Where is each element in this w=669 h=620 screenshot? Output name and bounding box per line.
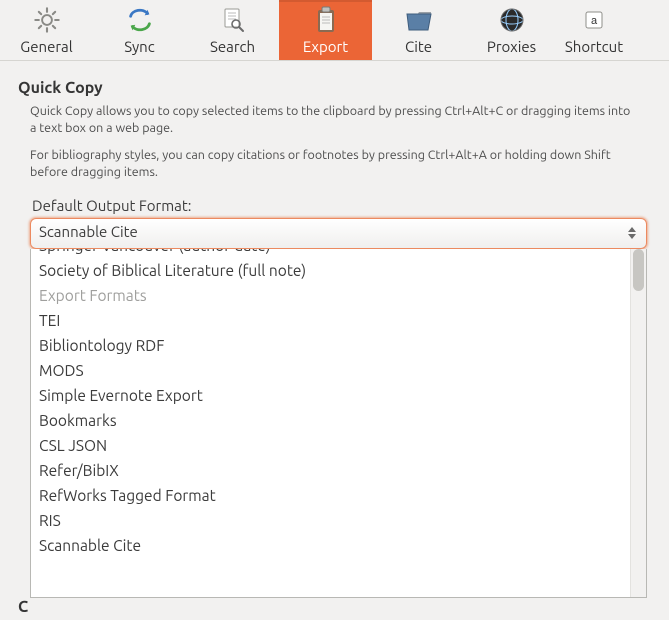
list-item[interactable]: MODS xyxy=(31,358,630,383)
stepper-arrows-icon xyxy=(626,222,638,244)
document-magnifier-icon xyxy=(219,4,247,36)
list-item[interactable]: Bookmarks xyxy=(31,408,630,433)
tab-label: Search xyxy=(210,38,255,56)
tab-label: Export xyxy=(303,38,348,56)
dropdown-output-format-list: Springer Vancouver (author-date)Society … xyxy=(30,249,647,598)
label-default-output-format: Default Output Format: xyxy=(32,197,659,214)
tab-export[interactable]: Export xyxy=(279,0,372,60)
clipboard-icon xyxy=(312,4,340,36)
scrollbar-vertical[interactable] xyxy=(630,249,646,597)
tab-sync[interactable]: Sync xyxy=(93,0,186,60)
globe-icon xyxy=(498,4,526,36)
section-title-truncated: C xyxy=(18,598,28,616)
preferences-toolbar: General Sync Search Export Cite Proxies … xyxy=(0,0,669,61)
list-item[interactable]: RefWorks Tagged Format xyxy=(31,483,630,508)
export-pane: Quick Copy Quick Copy allows you to copy… xyxy=(0,61,669,598)
tab-label: Sync xyxy=(124,38,154,56)
list-item[interactable]: RIS xyxy=(31,508,630,533)
list-item[interactable]: CSL JSON xyxy=(31,433,630,458)
list-item[interactable]: Bibliontology RDF xyxy=(31,333,630,358)
keyboard-key-icon: a xyxy=(583,4,605,36)
tab-shortcuts[interactable]: a Shortcut xyxy=(558,0,630,60)
tab-search[interactable]: Search xyxy=(186,0,279,60)
tab-general[interactable]: General xyxy=(0,0,93,60)
combobox-value: Scannable Cite xyxy=(39,223,138,240)
combobox-default-output-format[interactable]: Scannable Cite xyxy=(30,218,647,249)
folder-icon xyxy=(404,4,434,36)
tab-label: Shortcut xyxy=(558,38,630,56)
tab-label: General xyxy=(20,38,72,56)
gear-icon xyxy=(33,4,61,36)
list-group-header: Export Formats xyxy=(31,283,630,308)
list-item[interactable]: Society of Biblical Literature (full not… xyxy=(31,258,630,283)
help-text-quick-copy-1: Quick Copy allows you to copy selected i… xyxy=(30,103,631,137)
listbox[interactable]: Springer Vancouver (author-date)Society … xyxy=(30,249,647,598)
help-text-quick-copy-2: For bibliography styles, you can copy ci… xyxy=(30,147,631,181)
list-item[interactable]: TEI xyxy=(31,308,630,333)
section-title-quick-copy: Quick Copy xyxy=(18,79,659,97)
list-item[interactable]: Scannable Cite xyxy=(31,533,630,558)
tab-label: Proxies xyxy=(487,38,536,56)
tab-label: Cite xyxy=(405,38,432,56)
svg-text:a: a xyxy=(591,15,598,27)
sync-arrows-icon xyxy=(125,4,155,36)
list-item[interactable]: Simple Evernote Export xyxy=(31,383,630,408)
tab-cite[interactable]: Cite xyxy=(372,0,465,60)
list-item[interactable]: Refer/BibIX xyxy=(31,458,630,483)
tab-proxies[interactable]: Proxies xyxy=(465,0,558,60)
list-item[interactable]: Springer Vancouver (author-date) xyxy=(31,249,630,258)
scrollbar-thumb[interactable] xyxy=(633,249,644,291)
